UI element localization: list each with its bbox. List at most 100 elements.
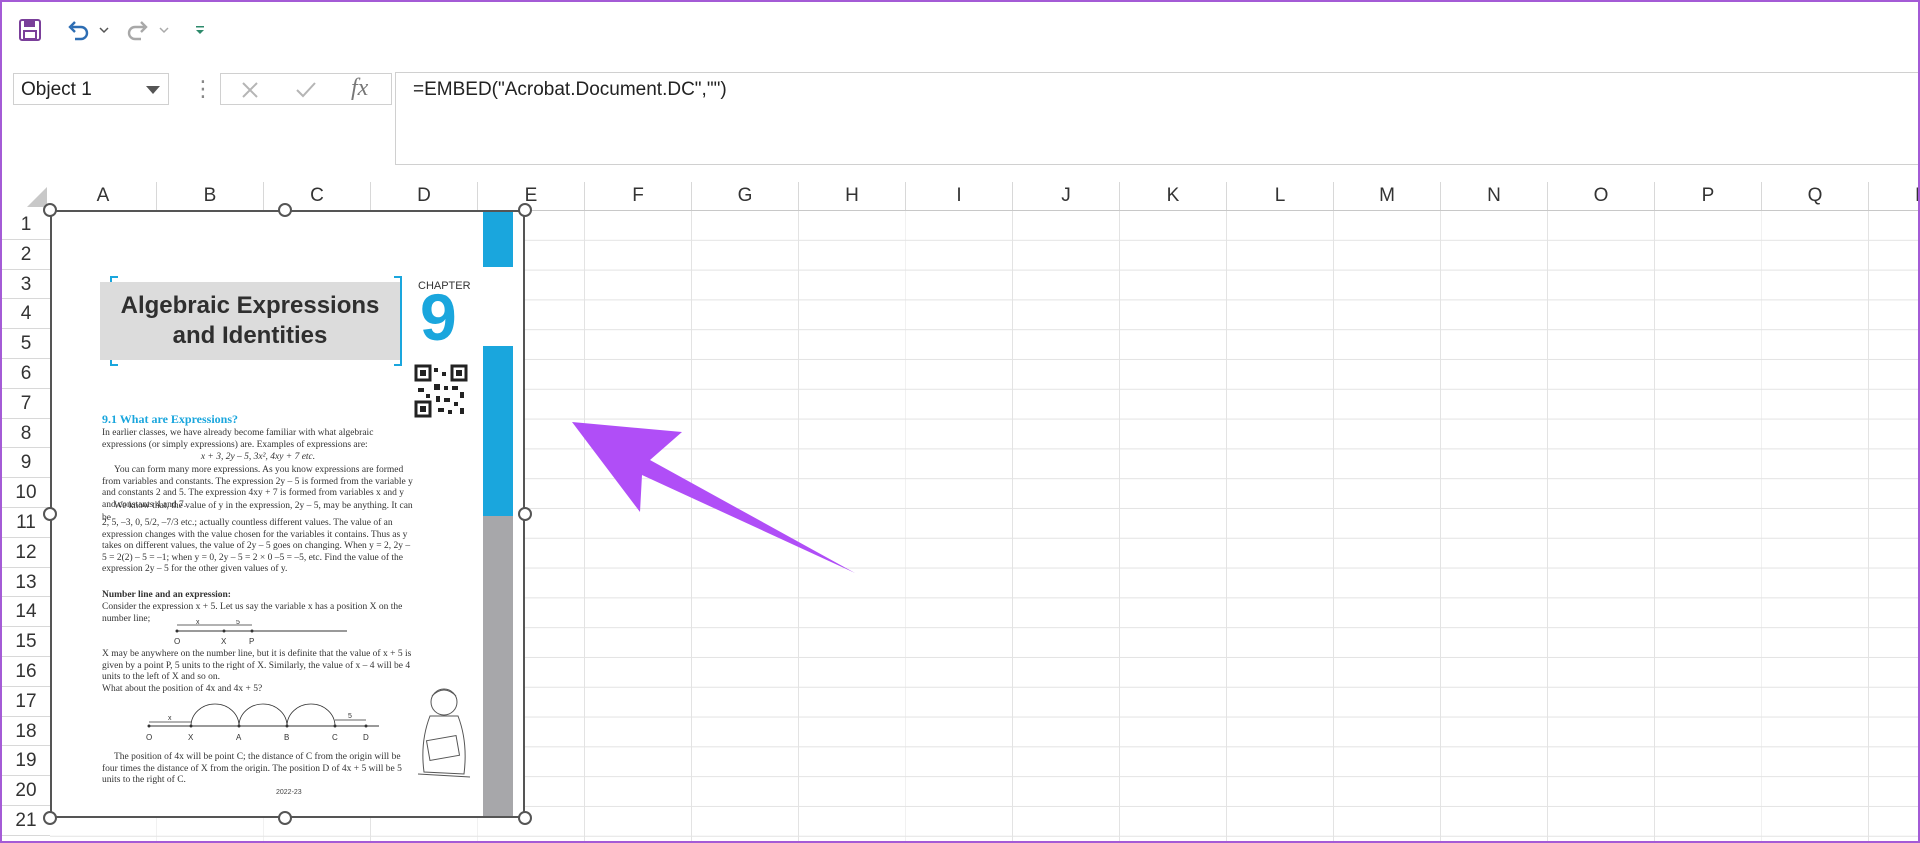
paragraph-7: What about the position of 4x and 4x + 5… [102, 684, 263, 694]
chapter-title-line2: and Identities [172, 322, 328, 349]
qr-code-image [414, 364, 468, 418]
resize-handle-middle-left[interactable] [43, 507, 57, 521]
column-header-a[interactable]: A [50, 182, 157, 210]
numline2-label-o: O [146, 733, 152, 742]
numline2-label-x: X [188, 733, 194, 742]
row-header-8[interactable]: 8 [2, 418, 50, 449]
formula-bar-splitter[interactable]: ⋮ [192, 76, 214, 102]
column-header-b[interactable]: B [157, 182, 264, 210]
chevron-down-icon[interactable] [146, 86, 160, 94]
numline1-label-o: O [174, 637, 180, 646]
resize-handle-top-left[interactable] [43, 203, 57, 217]
row-header-6[interactable]: 6 [2, 359, 50, 389]
cancel-icon[interactable] [241, 81, 259, 99]
chevron-down-icon [159, 27, 169, 34]
annotation-arrow-icon [572, 422, 855, 573]
column-header-d[interactable]: D [371, 182, 478, 210]
row-header-14[interactable]: 14 [2, 597, 50, 628]
undo-button[interactable] [62, 14, 94, 46]
number-line-1: O X P x 5 [174, 620, 347, 646]
numline1-label-x: X [221, 637, 227, 646]
resize-handle-bottom-middle[interactable] [278, 811, 292, 825]
column-header-n[interactable]: N [1441, 182, 1548, 210]
row-header-7[interactable]: 7 [2, 388, 50, 419]
insert-function-button[interactable]: fx [351, 75, 368, 102]
undo-dropdown[interactable] [96, 14, 112, 46]
paragraph-6: X may be anywhere on the number line, bu… [102, 649, 412, 682]
row-header-13[interactable]: 13 [2, 567, 50, 598]
column-header-r[interactable]: R [1869, 182, 1918, 210]
page-sidebar-accent [483, 346, 513, 516]
resize-handle-top-right[interactable] [518, 203, 532, 217]
paragraph-8: The position of 4x will be point C; the … [102, 752, 402, 785]
numline2-label-b: B [284, 733, 289, 742]
column-header-p[interactable]: P [1655, 182, 1762, 210]
row-header-2[interactable]: 2 [2, 239, 50, 270]
row-header-9[interactable]: 9 [2, 448, 50, 479]
redo-dropdown[interactable] [156, 14, 172, 46]
numline2-mark-5: 5 [348, 713, 352, 720]
row-header-3[interactable]: 3 [2, 269, 50, 300]
title-bracket-right [394, 276, 402, 366]
customize-qat-icon [196, 26, 204, 34]
chapter-title-line1: Algebraic Expressions [120, 292, 380, 319]
column-header-h[interactable]: H [799, 182, 906, 210]
row-header-15[interactable]: 15 [2, 627, 50, 657]
row-header-16[interactable]: 16 [2, 657, 50, 687]
numline1-mark-5: 5 [236, 620, 240, 626]
column-header-e[interactable]: E [478, 182, 585, 210]
resize-handle-top-middle[interactable] [278, 203, 292, 217]
page-sidebar-accent-top [483, 212, 513, 267]
resize-handle-middle-right[interactable] [518, 507, 532, 521]
examples-line: x + 3, 2y – 5, 3x², 4xy + 7 etc. [200, 452, 316, 462]
excel-window: Object 1 ⋮ fx =EMBED("Acrobat.Document.D… [0, 0, 1920, 843]
name-box[interactable]: Object 1 [13, 73, 169, 105]
formula-bar-buttons: fx [220, 73, 392, 105]
numline1-mark-x: x [196, 620, 200, 626]
row-header-12[interactable]: 12 [2, 537, 50, 568]
row-header-17[interactable]: 17 [2, 686, 50, 717]
row-header-19[interactable]: 19 [2, 746, 50, 777]
row-header-1[interactable]: 1 [2, 210, 50, 240]
formula-input[interactable]: =EMBED("Acrobat.Document.DC","") [395, 72, 1918, 165]
column-header-m[interactable]: M [1334, 182, 1441, 210]
worksheet-grid: ABCDEFGHIJKLMNOPQR 123456789101112131415… [2, 182, 1918, 841]
name-box-value: Object 1 [21, 79, 92, 100]
paragraph-1: In earlier classes, we have already beco… [102, 428, 374, 450]
row-header-20[interactable]: 20 [2, 776, 50, 806]
numline2-label-d: D [363, 733, 369, 742]
chapter-title-box: Algebraic Expressions and Identities [100, 282, 400, 360]
column-header-f[interactable]: F [585, 182, 692, 210]
undo-icon [68, 21, 89, 41]
chevron-down-icon [99, 27, 109, 34]
formula-text: =EMBED("Acrobat.Document.DC","") [413, 79, 727, 100]
column-header-k[interactable]: K [1120, 182, 1227, 210]
column-header-j[interactable]: J [1013, 182, 1120, 210]
numline2-label-a: A [236, 733, 242, 742]
quick-access-toolbar [2, 2, 1918, 60]
row-header-10[interactable]: 10 [2, 478, 50, 508]
enter-check-icon[interactable] [295, 81, 317, 99]
column-header-o[interactable]: O [1548, 182, 1655, 210]
column-header-l[interactable]: L [1227, 182, 1334, 210]
resize-handle-bottom-left[interactable] [43, 811, 57, 825]
customize-qat-button[interactable] [190, 14, 210, 46]
column-header-g[interactable]: G [692, 182, 799, 210]
redo-button[interactable] [122, 14, 154, 46]
resize-handle-bottom-right[interactable] [518, 811, 532, 825]
embedded-pdf-object[interactable]: Algebraic Expressions and Identities CHA… [50, 210, 525, 818]
column-header-q[interactable]: Q [1762, 182, 1869, 210]
save-icon [19, 19, 41, 41]
select-all-triangle-icon [27, 187, 47, 207]
row-header-4[interactable]: 4 [2, 299, 50, 330]
page-footer: 2022-23 [276, 789, 302, 796]
row-header-5[interactable]: 5 [2, 329, 50, 359]
column-header-i[interactable]: I [906, 182, 1013, 210]
redo-icon [127, 21, 148, 41]
save-button[interactable] [14, 14, 46, 46]
numline2-mark-x: x [168, 715, 172, 722]
section-heading: 9.1 What are Expressions? [102, 412, 239, 426]
subheading: Number line and an expression: [102, 590, 231, 600]
row-header-18[interactable]: 18 [2, 716, 50, 747]
numline2-label-c: C [332, 733, 338, 742]
